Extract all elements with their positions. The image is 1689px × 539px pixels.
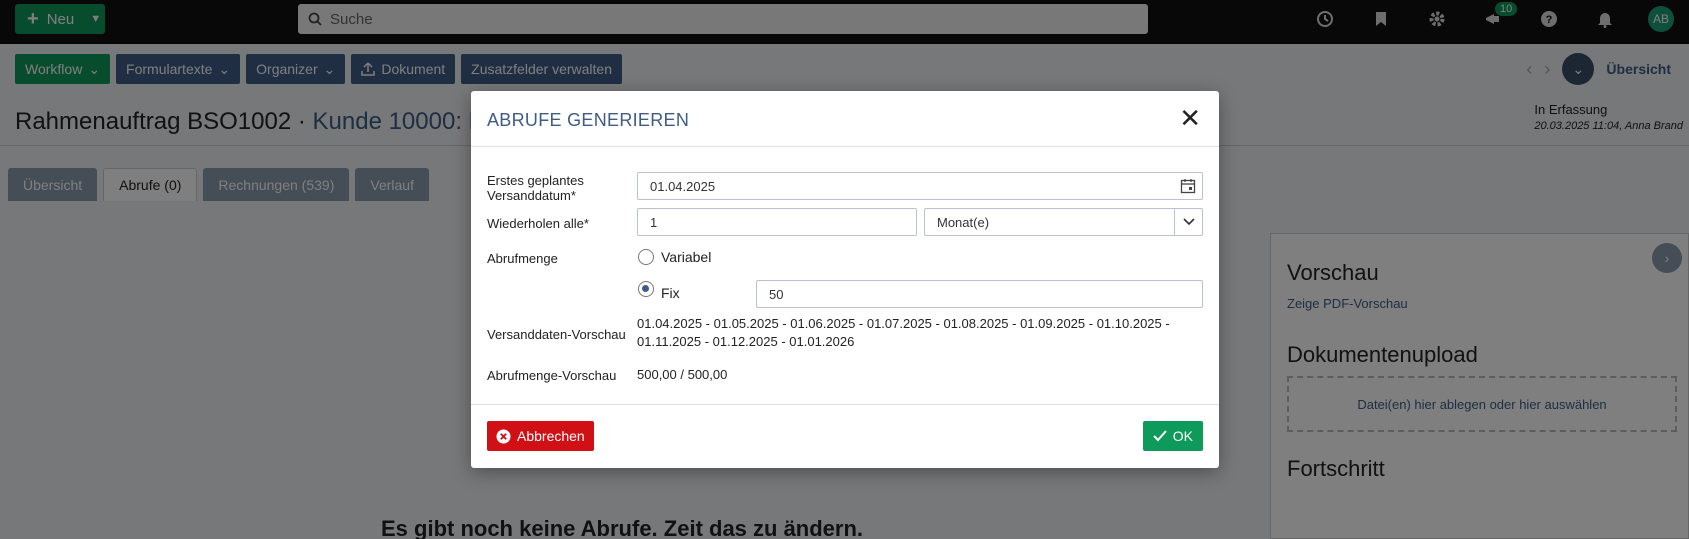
cancel-button[interactable]: Abbrechen	[487, 421, 594, 451]
dates-preview-value: 01.04.2025 - 01.05.2025 - 01.06.2025 - 0…	[637, 315, 1197, 351]
ok-label: OK	[1172, 428, 1193, 444]
first-date-value: 01.04.2025	[650, 178, 716, 194]
repeat-unit-select[interactable]: Monat(e)	[924, 208, 1203, 236]
ok-button[interactable]: OK	[1142, 421, 1203, 451]
dialog-title: ABRUFE GENERIEREN	[487, 110, 690, 130]
first-date-label-line2: Versanddatum*	[487, 188, 576, 203]
quantity-preview-label: Abrufmenge-Vorschau	[487, 368, 617, 383]
calendar-icon[interactable]	[1180, 178, 1196, 194]
cancel-icon	[496, 429, 511, 443]
repeat-interval-value: 1	[650, 214, 658, 230]
repeat-interval-field[interactable]: 1	[637, 208, 917, 236]
divider	[471, 146, 1219, 147]
close-icon[interactable]: ✕	[1179, 105, 1201, 131]
radio-variable[interactable]	[638, 249, 654, 265]
quantity-label: Abrufmenge	[487, 251, 558, 266]
generate-calls-dialog: ABRUFE GENERIEREN ✕ Erstes geplantes Ver…	[471, 91, 1219, 468]
dates-preview-line1: 01.04.2025 - 01.05.2025 - 01.06.2025 - 0…	[637, 316, 1170, 331]
dates-preview-line2: 01.11.2025 - 01.12.2025 - 01.01.2026	[637, 334, 855, 349]
repeat-unit-value: Monat(e)	[937, 214, 990, 230]
first-date-label: Erstes geplantes Versanddatum*	[487, 173, 584, 203]
divider	[471, 404, 1219, 405]
first-date-label-line1: Erstes geplantes	[487, 173, 584, 188]
radio-variable-label: Variabel	[661, 249, 712, 265]
first-date-field[interactable]: 01.04.2025	[637, 172, 1203, 200]
dates-preview-label: Versanddaten-Vorschau	[487, 327, 626, 342]
check-icon	[1153, 430, 1167, 442]
fix-quantity-value: 50	[769, 286, 784, 302]
radio-fix-label: Fix	[661, 285, 680, 301]
quantity-preview-value: 500,00 / 500,00	[637, 367, 728, 382]
fix-quantity-field[interactable]: 50	[756, 280, 1203, 308]
cancel-label: Abbrechen	[517, 428, 585, 444]
radio-fix[interactable]	[638, 281, 654, 297]
chevron-down-icon	[1174, 209, 1202, 235]
repeat-label: Wiederholen alle*	[487, 216, 589, 231]
